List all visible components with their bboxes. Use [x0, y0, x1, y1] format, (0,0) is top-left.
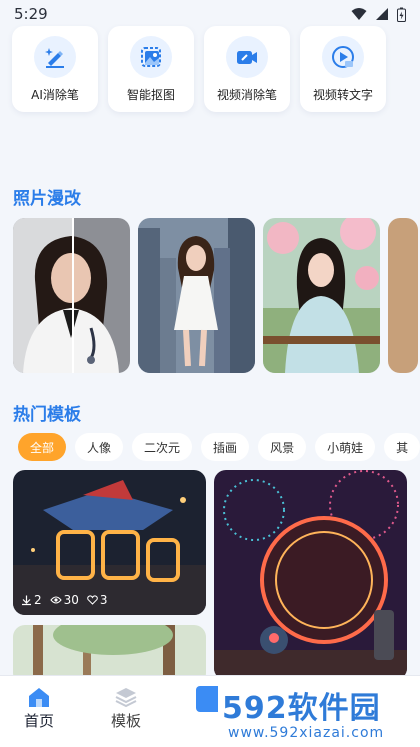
- photo-section-title: 照片漫改: [13, 189, 81, 209]
- layers-icon: [115, 688, 137, 708]
- tool-video-to-text[interactable]: 视频转文字: [300, 26, 386, 112]
- view-stat: 30: [49, 593, 79, 607]
- eye-icon: [49, 596, 62, 604]
- svg-text:592软件园: 592软件园: [222, 691, 381, 726]
- nav-home-label: 首页: [24, 712, 55, 730]
- battery-icon: [397, 7, 406, 22]
- photo-card-blossom[interactable]: [263, 218, 380, 373]
- photo-row: [13, 218, 420, 374]
- watermark-logo: 592软件园 www.592xiazai.com: [222, 691, 384, 741]
- heart-icon: [87, 595, 98, 605]
- chip-anime[interactable]: 二次元: [132, 433, 193, 461]
- like-stat: 3: [87, 593, 108, 607]
- nav-home[interactable]: 首页: [24, 686, 54, 731]
- tool-ai-eraser[interactable]: AI消除笔: [12, 26, 98, 112]
- chip-portrait[interactable]: 人像: [75, 433, 124, 461]
- template-card-fireworks[interactable]: [214, 470, 407, 680]
- chip-other[interactable]: 其: [384, 433, 420, 461]
- category-chips: 全部 人像 二次元 插画 风景 小萌娃 其: [18, 433, 420, 463]
- eraser-pen-icon: [34, 35, 76, 78]
- download-count: 2: [34, 593, 42, 607]
- tool-label: 视频消除笔: [216, 87, 277, 102]
- wifi-icon: [351, 8, 367, 20]
- download-stat: 2: [21, 593, 42, 607]
- template-stats: 2 30 3: [21, 593, 108, 607]
- signal-icon: [376, 8, 388, 20]
- video-to-text-icon: [322, 35, 364, 78]
- chip-all[interactable]: 全部: [18, 433, 67, 461]
- template-card-mecha[interactable]: 2 30 3: [13, 470, 206, 615]
- tool-label: 智能抠图: [126, 87, 175, 102]
- status-time: 5:29: [14, 5, 48, 23]
- cutout-icon: [130, 35, 172, 78]
- tool-label: AI消除笔: [31, 87, 79, 102]
- download-icon: [22, 595, 31, 606]
- status-icons: [351, 7, 406, 22]
- floating-create-button[interactable]: [196, 686, 218, 712]
- tool-video-eraser[interactable]: 视频消除笔: [204, 26, 290, 112]
- view-count: 30: [63, 593, 79, 607]
- chip-illustration[interactable]: 插画: [201, 433, 250, 461]
- like-count: 3: [99, 593, 108, 607]
- nav-templates-label: 模板: [111, 712, 142, 730]
- photo-card-doctor[interactable]: [13, 218, 130, 373]
- chip-landscape[interactable]: 风景: [258, 433, 307, 461]
- photo-card-partial[interactable]: [388, 218, 418, 373]
- video-eraser-icon: [226, 35, 268, 78]
- chip-kids[interactable]: 小萌娃: [315, 433, 376, 461]
- home-icon: [29, 688, 49, 707]
- tool-label: 视频转文字: [312, 87, 373, 102]
- tool-smart-cutout[interactable]: 智能抠图: [108, 26, 194, 112]
- svg-text:www.592xiazai.com: www.592xiazai.com: [228, 725, 384, 741]
- nav-templates[interactable]: 模板: [111, 686, 141, 731]
- photo-card-city[interactable]: [138, 218, 255, 373]
- tools-row: AI消除笔 智能抠图 视频消除笔 视频转文字: [0, 24, 420, 136]
- template-section-title: 热门模板: [13, 405, 81, 425]
